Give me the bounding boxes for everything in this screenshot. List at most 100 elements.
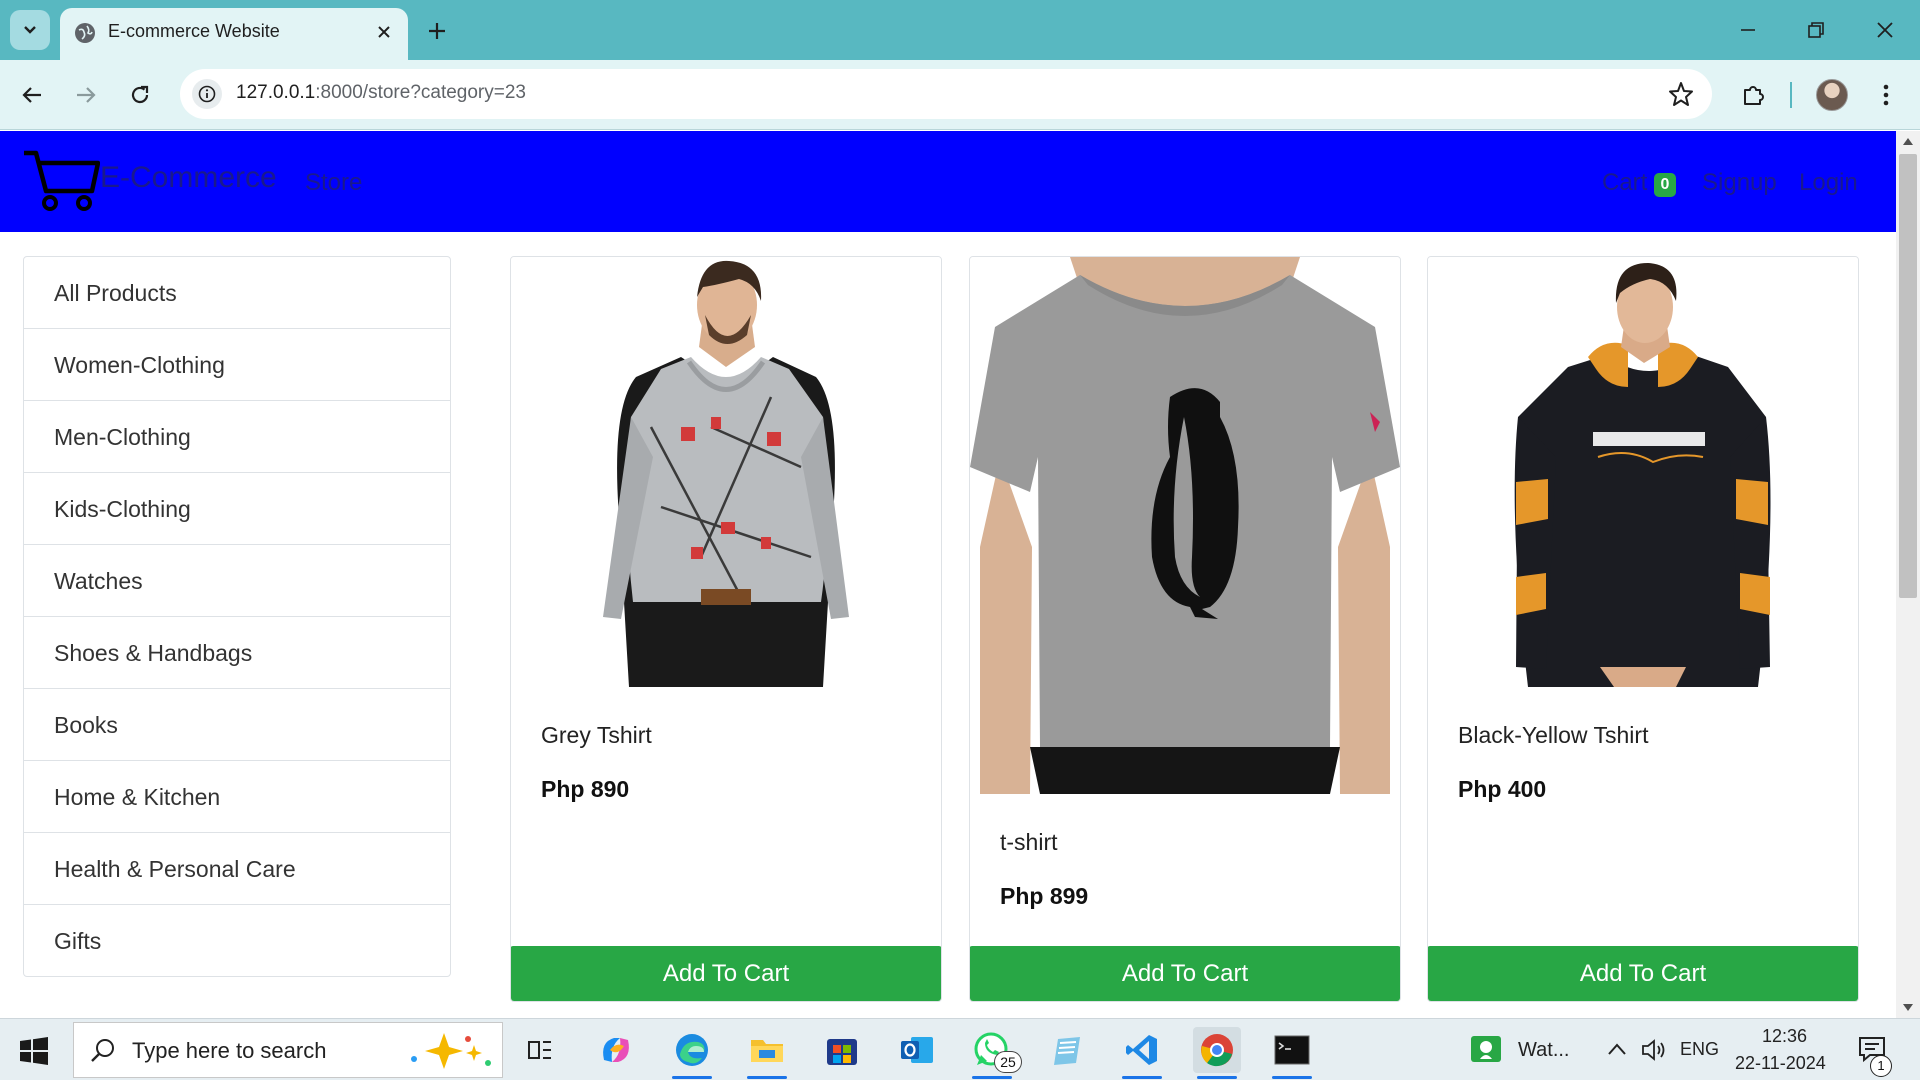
windows-start-icon[interactable] (20, 1037, 48, 1065)
nav-link-login[interactable]: Login (1799, 169, 1858, 197)
chevron-down-icon (24, 26, 36, 34)
folder-icon (751, 1040, 783, 1062)
product-card: Black-Yellow Tshirt Php 400 Add To Cart (1427, 256, 1859, 1002)
puzzle-icon (1744, 86, 1764, 105)
running-indicator (747, 1076, 787, 1079)
notepad-icon (1054, 1037, 1080, 1065)
category-item-gifts[interactable]: Gifts (23, 904, 451, 977)
nav-link-store[interactable]: Store (305, 169, 362, 197)
running-indicator (1122, 1076, 1162, 1079)
nav-link-signup[interactable]: Signup (1702, 169, 1777, 197)
sparkle-icon (411, 1033, 491, 1069)
taskbar-app-file-explorer[interactable] (743, 1027, 791, 1073)
category-item-watches[interactable]: Watches (23, 544, 451, 617)
restore-button[interactable] (1796, 12, 1836, 48)
nav-link-cart[interactable]: Cart (1602, 169, 1647, 197)
url-host: 127.0.0.1 (236, 82, 316, 103)
page-viewport: E-Commerce Store Cart 0 Signup Login All… (0, 131, 1896, 1018)
category-item-shoes-handbags[interactable]: Shoes & Handbags (23, 616, 451, 689)
back-button[interactable] (14, 77, 50, 113)
chrome-icon (1201, 1034, 1233, 1067)
info-icon (198, 85, 216, 103)
category-item-kids-clothing[interactable]: Kids-Clothing (23, 472, 451, 545)
scrollbar-thumb[interactable] (1899, 154, 1917, 598)
task-view-icon (528, 1041, 551, 1059)
running-app-icon[interactable] (1470, 1035, 1502, 1065)
category-item-women-clothing[interactable]: Women-Clothing (23, 328, 451, 401)
taskbar-search-box[interactable]: Type here to search (73, 1022, 503, 1078)
browser-menu-button[interactable] (1868, 77, 1904, 113)
scroll-up-arrow-icon[interactable] (1903, 137, 1913, 145)
toolbar-separator (1790, 82, 1792, 108)
whatsapp-badge: 25 (994, 1051, 1022, 1073)
volume-icon[interactable] (1640, 1037, 1666, 1063)
task-view-button[interactable] (516, 1027, 564, 1073)
product-image[interactable] (970, 257, 1400, 794)
taskbar-app-copilot[interactable] (592, 1027, 640, 1073)
cart-logo-icon[interactable] (22, 147, 100, 213)
scroll-down-arrow-icon[interactable] (1903, 1004, 1913, 1012)
category-item-health-personal-care[interactable]: Health & Personal Care (23, 832, 451, 905)
clock-time[interactable]: 12:36 (1762, 1026, 1807, 1047)
taskbar-app-store[interactable] (818, 1027, 866, 1073)
globe-icon (75, 23, 95, 43)
more-vertical-icon (1883, 84, 1889, 106)
product-price: Php 400 (1458, 776, 1547, 802)
add-to-cart-button[interactable]: Add To Cart (970, 946, 1400, 1001)
site-info-button[interactable] (192, 79, 222, 109)
running-indicator (1272, 1076, 1312, 1079)
plus-icon (429, 23, 445, 39)
product-image[interactable] (511, 257, 941, 687)
profile-avatar[interactable] (1816, 79, 1848, 111)
taskbar-app-outlook[interactable] (893, 1027, 941, 1073)
taskbar-app-vscode[interactable] (1118, 1027, 1166, 1073)
browser-tabstrip: E-commerce Website (0, 0, 1920, 60)
browser-tab[interactable]: E-commerce Website (60, 8, 408, 60)
restore-icon (1808, 22, 1824, 38)
extensions-button[interactable] (1736, 77, 1772, 113)
running-app-label[interactable]: Wat... (1518, 1039, 1569, 1062)
add-to-cart-button[interactable]: Add To Cart (1428, 946, 1858, 1001)
category-item-men-clothing[interactable]: Men-Clothing (23, 400, 451, 473)
vscode-icon (1126, 1035, 1157, 1065)
tab-close-button[interactable] (372, 20, 396, 44)
taskbar-app-terminal[interactable] (1268, 1027, 1316, 1073)
close-window-button[interactable] (1865, 12, 1905, 48)
chevron-up-icon[interactable] (1607, 1041, 1627, 1057)
product-name: Black-Yellow Tshirt (1458, 722, 1649, 748)
close-icon (1877, 22, 1893, 38)
forward-button[interactable] (68, 77, 104, 113)
minimize-icon (1741, 29, 1755, 31)
search-icon (91, 1039, 114, 1062)
product-card: t-shirt Php 899 Add To Cart (969, 256, 1401, 1002)
taskbar-app-chrome[interactable] (1193, 1027, 1241, 1073)
clock-date[interactable]: 22-11-2024 (1735, 1053, 1826, 1074)
tab-search-button[interactable] (10, 10, 50, 50)
taskbar-app-edge[interactable] (668, 1027, 716, 1073)
add-to-cart-button[interactable]: Add To Cart (511, 946, 941, 1001)
product-image[interactable] (1428, 257, 1858, 687)
language-indicator[interactable]: ENG (1680, 1039, 1719, 1060)
product-price: Php 890 (541, 776, 630, 802)
outlook-icon (901, 1037, 933, 1063)
bookmark-star-icon[interactable] (1668, 81, 1694, 107)
taskbar-app-notepad[interactable] (1043, 1027, 1091, 1073)
windows-taskbar: Type here to search 25 Wat... ENG 12:36 … (0, 1018, 1920, 1080)
running-indicator (672, 1076, 712, 1079)
site-navbar: E-Commerce Store Cart 0 Signup Login (0, 131, 1896, 232)
reload-button[interactable] (122, 77, 158, 113)
category-item-books[interactable]: Books (23, 688, 451, 761)
tab-title: E-commerce Website (108, 21, 280, 41)
running-indicator (972, 1076, 1012, 1079)
product-card: Grey Tshirt Php 890 Add To Cart (510, 256, 942, 1002)
category-item-all-products[interactable]: All Products (23, 256, 451, 329)
url-text[interactable]: 127.0.0.1:8000/store?category=23 (236, 82, 526, 104)
new-tab-button[interactable] (422, 16, 452, 46)
close-icon (378, 26, 390, 38)
minimize-button[interactable] (1728, 12, 1768, 48)
address-bar[interactable]: 127.0.0.1:8000/store?category=23 (180, 69, 1712, 119)
category-item-home-kitchen[interactable]: Home & Kitchen (23, 760, 451, 833)
brand-name[interactable]: E-Commerce (100, 161, 277, 195)
url-path: :8000/store?category=23 (315, 82, 526, 103)
copilot-icon (603, 1038, 629, 1062)
